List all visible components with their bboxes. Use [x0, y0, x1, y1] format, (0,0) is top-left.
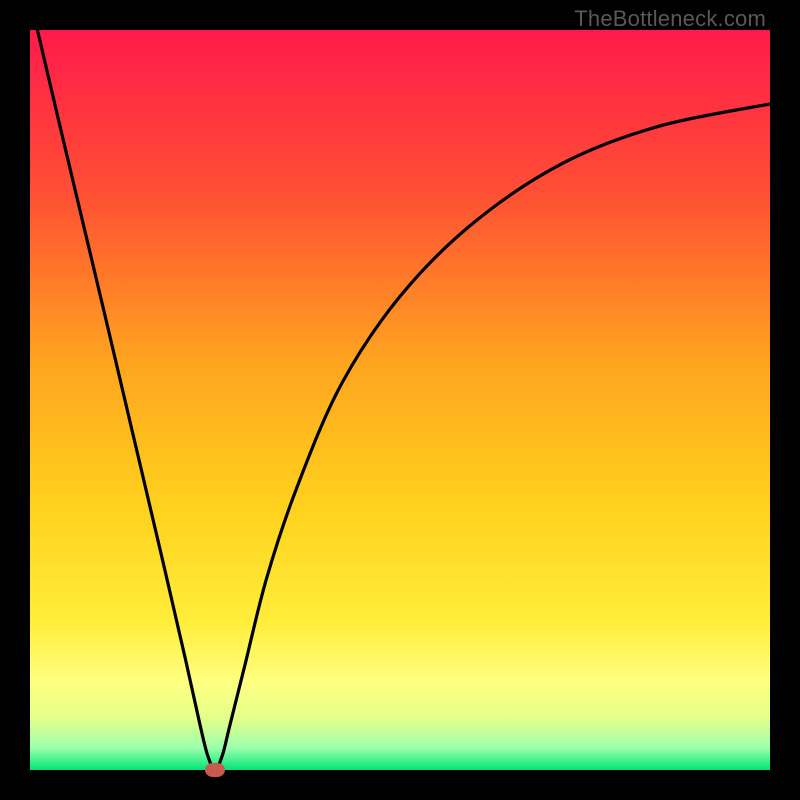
chart-frame: [30, 30, 770, 770]
gradient-background: [30, 30, 770, 770]
optimal-point-marker: [205, 763, 225, 777]
watermark-text: TheBottleneck.com: [574, 6, 766, 32]
bottleneck-chart: [30, 30, 770, 770]
